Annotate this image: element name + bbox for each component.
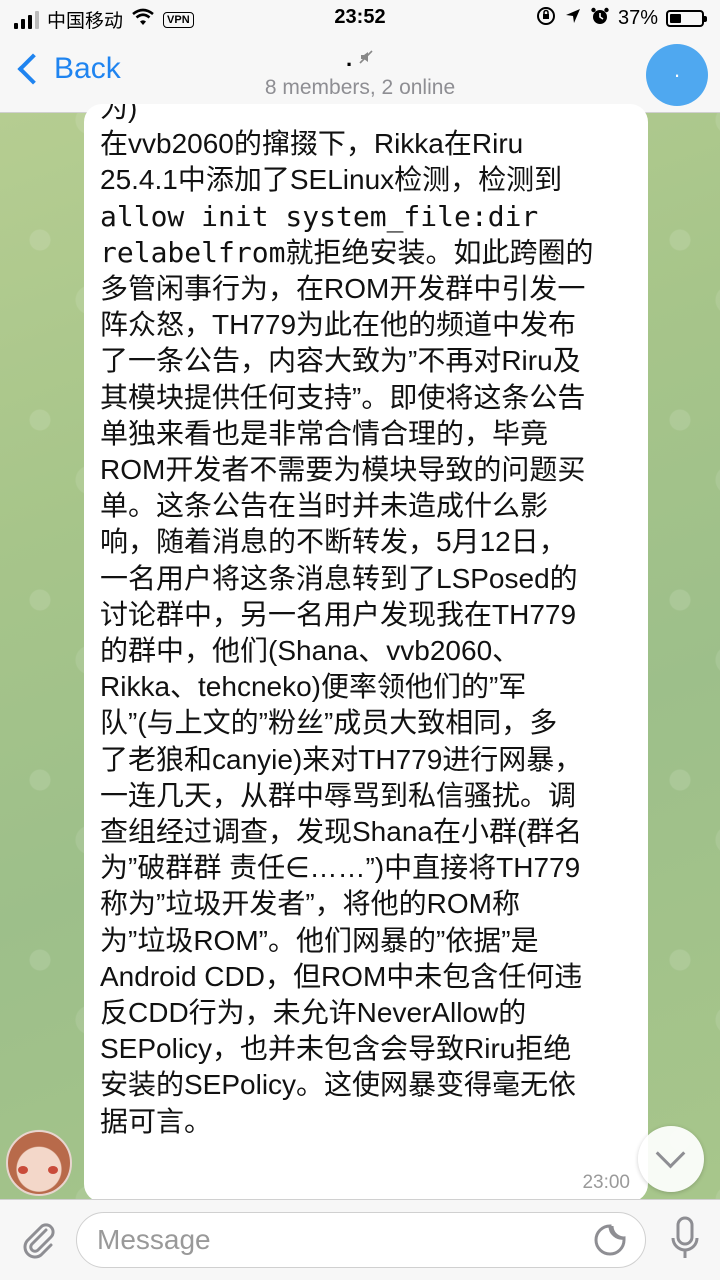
message-line: 讨论群中，另一名用户发现我在TH779 bbox=[100, 598, 577, 630]
status-bar: 中国移动 VPN 23:52 37% bbox=[0, 0, 720, 36]
message-line: 响，随着消息的不断转发，5月12日， bbox=[100, 526, 567, 558]
message-line: 为”破群群 责任∈……”)中直接将TH779 bbox=[100, 852, 581, 884]
group-avatar-initial: · bbox=[673, 62, 681, 87]
message-time: 23:00 bbox=[582, 1172, 630, 1193]
message-line: Rikka、tehcneko)便率领他们的”军 bbox=[100, 671, 527, 703]
message-input[interactable]: Message bbox=[76, 1212, 646, 1268]
message-line: 的群中，他们(Shana、vvb2060、 bbox=[100, 635, 521, 667]
message-line: Android CDD，但ROM中未包含任何违 bbox=[100, 960, 583, 992]
orientation-lock-icon bbox=[536, 6, 556, 31]
chat-title-area[interactable]: . 8 members, 2 online bbox=[0, 46, 720, 100]
signal-icon bbox=[14, 10, 39, 29]
group-avatar[interactable]: · bbox=[646, 44, 708, 106]
battery-icon bbox=[666, 10, 707, 27]
battery-percent: 37% bbox=[617, 7, 658, 29]
message-line: relabelfrom就拒绝安装。如此跨圈的 bbox=[100, 235, 594, 269]
mute-icon bbox=[358, 49, 374, 70]
message-line: 为”垃圾ROM”。他们网暴的”依据”是 bbox=[100, 924, 539, 956]
message-line: 一连几天，从群中辱骂到私信骚扰。调 bbox=[100, 779, 577, 811]
message-line: 其模块提供任何支持”。即使将这条公告 bbox=[100, 381, 586, 413]
message-line: 为) bbox=[100, 104, 138, 123]
message-line: 安装的SEPolicy。这使网暴变得毫无依 bbox=[100, 1069, 577, 1101]
message-bubble[interactable]: 为) 在vvb2060的撺掇下，Rikka在Riru 25.4.1中添加了SELin… bbox=[84, 104, 648, 1202]
sender-avatar[interactable] bbox=[6, 1130, 72, 1196]
message-text: 为) 在vvb2060的撺掇下，Rikka在Riru 25.4.1中添加了SELin… bbox=[100, 104, 632, 1140]
chat-title: . bbox=[345, 46, 353, 71]
status-right: 37% bbox=[536, 6, 707, 31]
input-bar: Message bbox=[0, 1199, 720, 1280]
alarm-icon bbox=[590, 6, 610, 31]
message-line: 阵众怒，TH779为此在他的频道中发布 bbox=[100, 309, 577, 341]
message-line: 25.4.1中添加了SELinux检测，检测到 bbox=[100, 164, 563, 196]
vpn-badge: VPN bbox=[163, 11, 194, 28]
message-line: SEPolicy，也并未包含会导致Riru拒绝 bbox=[100, 1033, 572, 1065]
chat-header: Back . 8 members, 2 online · bbox=[0, 36, 720, 113]
message-input-placeholder: Message bbox=[97, 1224, 211, 1255]
attach-icon[interactable] bbox=[16, 1216, 60, 1260]
message-line: 单。这条公告在当时并未造成什么影 bbox=[100, 490, 549, 522]
chevron-down-icon bbox=[655, 1138, 686, 1169]
message-line: 据可言。 bbox=[100, 1105, 213, 1137]
message-line: 反CDD行为，未允许NeverAllow的 bbox=[100, 997, 527, 1029]
message-line: 在vvb2060的撺掇下，Rikka在Riru bbox=[100, 128, 524, 160]
message-line: 查组经过调查，发现Shana在小群(群名 bbox=[100, 816, 583, 848]
battery-fill bbox=[670, 14, 682, 23]
wifi-icon bbox=[131, 8, 155, 31]
microphone-icon[interactable] bbox=[670, 1216, 700, 1262]
sticker-icon[interactable] bbox=[593, 1223, 627, 1257]
status-time: 23:52 bbox=[334, 6, 386, 28]
message-line: allow init system_file:dir bbox=[100, 199, 539, 233]
chat-subtitle: 8 members, 2 online bbox=[264, 76, 456, 99]
message-line: ROM开发者不需要为模块导致的问题买 bbox=[100, 454, 586, 486]
status-left: 中国移动 VPN bbox=[14, 6, 194, 33]
message-line: 单独来看也是非常合情合理的，毕竟 bbox=[100, 417, 549, 449]
message-line: 了一条公告，内容大致为”不再对Riru及 bbox=[100, 345, 581, 377]
carrier-label: 中国移动 bbox=[47, 11, 124, 32]
message-line: 队”(与上文的”粉丝”成员大致相同，多 bbox=[100, 707, 558, 739]
message-line: 了老狼和canyie)来对TH779进行网暴， bbox=[100, 743, 583, 775]
message-line: 称为”垃圾开发者”，将他的ROM称 bbox=[100, 888, 520, 920]
message-line: 一名用户将这条消息转到了LSPosed的 bbox=[100, 562, 578, 594]
scroll-down-button[interactable] bbox=[638, 1126, 704, 1192]
message-line: 多管闲事行为，在ROM开发群中引发一 bbox=[100, 273, 586, 305]
location-icon bbox=[564, 7, 582, 30]
